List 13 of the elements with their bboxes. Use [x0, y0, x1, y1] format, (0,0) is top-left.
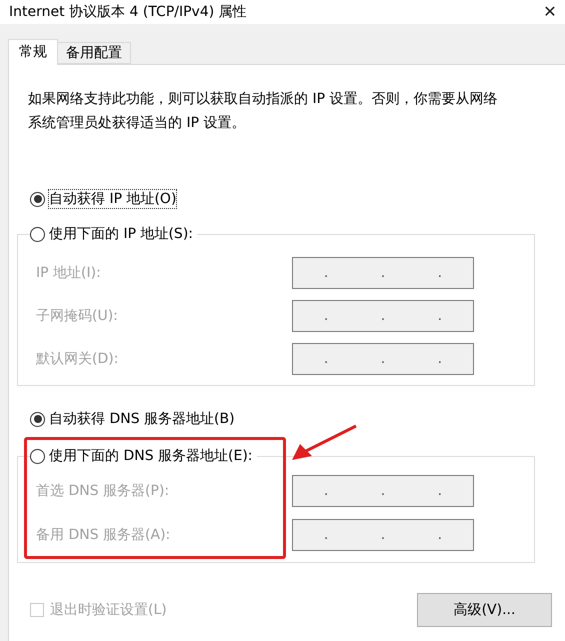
radio-label[interactable]: 自动获得 DNS 服务器地址(B)	[49, 410, 235, 428]
field-label: 默认网关(D):	[36, 350, 118, 368]
field-label: 首选 DNS 服务器(P):	[36, 482, 170, 500]
advanced-button[interactable]: 高级(V)...	[417, 593, 552, 627]
field-label: IP 地址(I):	[36, 264, 101, 282]
field-label: 子网掩码(U):	[36, 306, 118, 326]
radio-label[interactable]: 使用下面的 IP 地址(S):	[49, 225, 193, 243]
window-title: Internet 协议版本 4 (TCP/IPv4) 属性	[9, 3, 247, 21]
tab[interactable]: 常规	[8, 39, 58, 65]
tab[interactable]: 备用配置	[58, 42, 131, 64]
field-label: 备用 DNS 服务器(A):	[36, 526, 170, 544]
description-text: 如果网络支持此功能，则可以获取自动指派的 IP 设置。否则，你需要从网络系统管理员处获得适当的 IP 设置。	[28, 90, 498, 133]
close-button[interactable]: ✕	[535, 0, 565, 24]
